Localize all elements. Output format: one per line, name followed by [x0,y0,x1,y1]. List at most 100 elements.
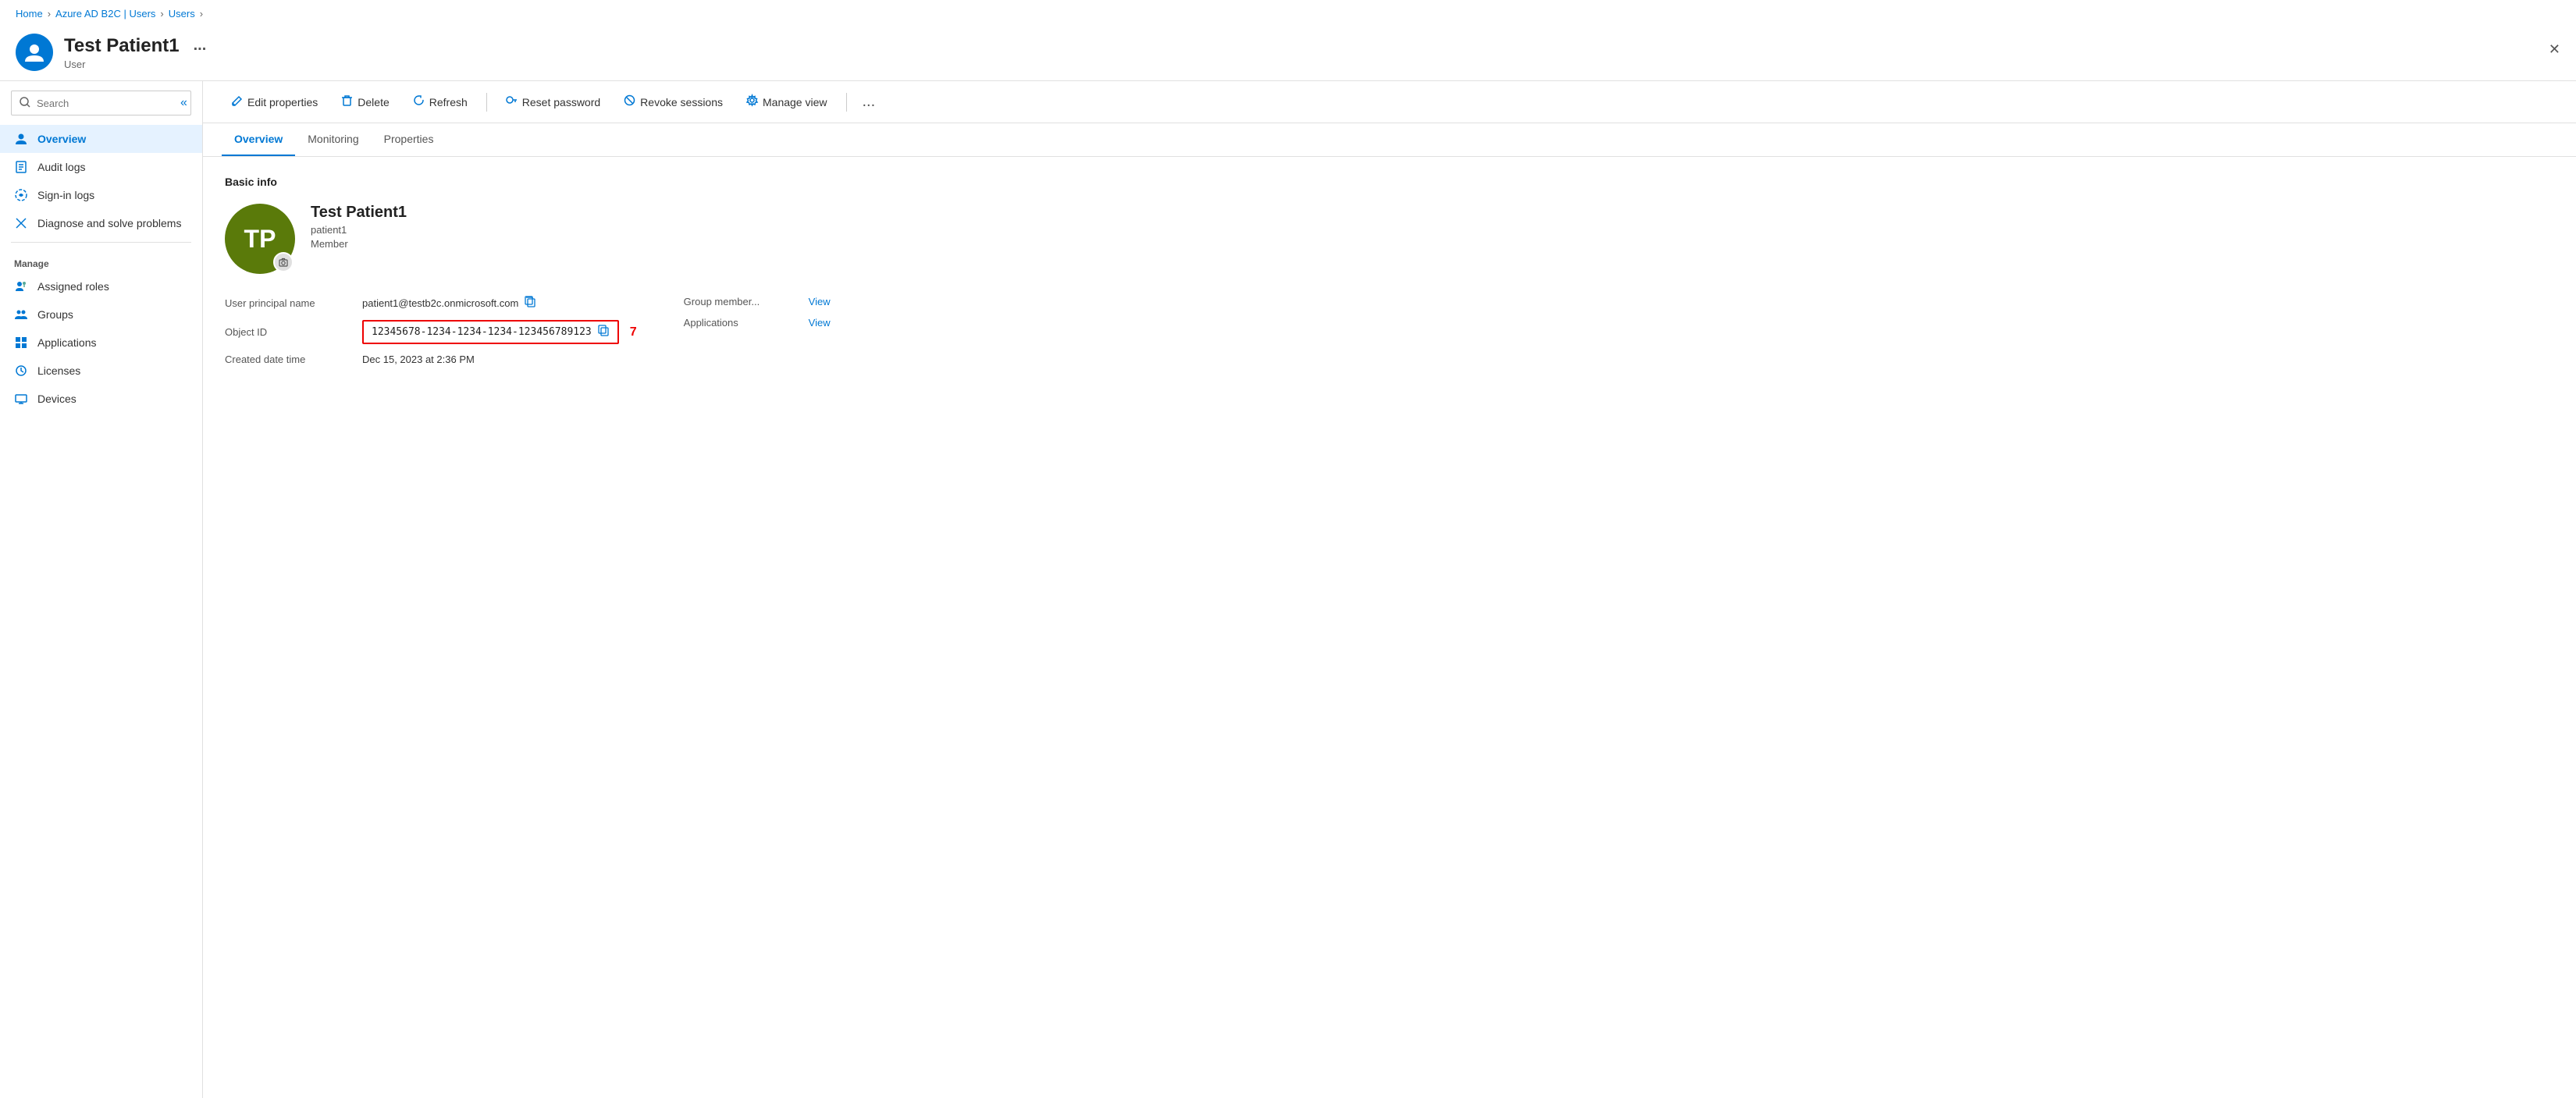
reset-password-label: Reset password [522,96,600,108]
manage-view-label: Manage view [763,96,827,108]
delete-label: Delete [358,96,389,108]
manage-view-button[interactable]: Manage view [737,89,837,115]
refresh-button[interactable]: Refresh [404,89,477,115]
groups-icon [14,307,28,322]
refresh-icon [413,94,425,109]
user-card: TP Test Patient1 patient1 Member [225,204,2554,274]
toolbar-more-button[interactable]: ... [856,90,882,114]
diagnose-icon [14,216,28,230]
info-row-created: Created date time Dec 15, 2023 at 2:36 P… [225,354,637,365]
key-icon [506,94,518,109]
info-right: Group member... View Applications View [684,296,831,365]
sidebar-item-audit-logs[interactable]: Audit logs [0,153,202,181]
info-left: User principal name patient1@testb2c.onm… [225,296,637,365]
user-info: Test Patient1 patient1 Member [311,204,407,250]
object-id-label: Object ID [225,326,350,338]
breadcrumb-users[interactable]: Users [169,8,195,20]
sidebar-item-assigned-roles[interactable]: Assigned roles [0,272,202,300]
sidebar-nav: Overview Audit logs [0,125,202,413]
sidebar-item-diagnose[interactable]: Diagnose and solve problems [0,209,202,237]
sidebar-item-overview[interactable]: Overview [0,125,202,153]
collapse-sidebar-button[interactable]: « [180,96,187,110]
sidebar-divider [11,242,191,243]
header-subtitle: User [64,59,206,70]
created-label: Created date time [225,354,350,365]
section-title: Basic info [225,176,2554,188]
sidebar-item-licenses-label: Licenses [37,364,80,377]
audit-icon [14,160,28,174]
object-id-badge: 7 [630,325,637,339]
search-box[interactable]: « [11,91,191,115]
tabs: Overview Monitoring Properties [203,123,2576,157]
toolbar: Edit properties Delete [203,81,2576,123]
info-grid: User principal name patient1@testb2c.onm… [225,296,2554,365]
user-avatar-large: TP [225,204,295,274]
tab-monitoring[interactable]: Monitoring [295,123,371,156]
created-text: Dec 15, 2023 at 2:36 PM [362,354,475,365]
ban-icon [624,94,635,109]
apps-icon [14,336,28,350]
edit-properties-label: Edit properties [247,96,318,108]
upn-value: patient1@testb2c.onmicrosoft.com [362,296,536,311]
sidebar-item-signin-logs-label: Sign-in logs [37,189,94,201]
object-id-text: 12345678-1234-1234-1234-123456789123 [372,326,592,338]
trash-icon [341,94,353,109]
sidebar-item-devices-label: Devices [37,393,76,405]
search-icon [20,97,30,110]
revoke-sessions-button[interactable]: Revoke sessions [614,89,732,115]
user-role-label: Member [311,238,407,250]
sidebar: « Overview [0,81,203,1098]
signin-icon [14,188,28,202]
header-title-block: Test Patient1 ... User [64,35,206,70]
header-more-button[interactable]: ... [194,37,207,55]
sidebar-item-applications[interactable]: Applications [0,329,202,357]
licenses-icon [14,364,28,378]
toolbar-divider-1 [486,93,487,112]
copy-upn-button[interactable] [525,296,536,311]
sidebar-item-audit-logs-label: Audit logs [37,161,85,173]
group-member-label: Group member... [684,296,793,307]
close-button[interactable]: ✕ [2549,41,2560,58]
breadcrumb-azure-ad[interactable]: Azure AD B2C | Users [55,8,155,20]
object-id-box: 12345678-1234-1234-1234-123456789123 [362,320,619,344]
sidebar-item-groups[interactable]: Groups [0,300,202,329]
header-avatar [16,34,53,71]
info-row-upn: User principal name patient1@testb2c.onm… [225,296,637,311]
breadcrumb-home[interactable]: Home [16,8,43,20]
page-header: Test Patient1 ... User ✕ [0,27,2576,81]
roles-icon [14,279,28,293]
applications-right-label: Applications [684,317,793,329]
reset-password-button[interactable]: Reset password [496,89,610,115]
right-info-row-apps: Applications View [684,317,831,329]
tab-properties[interactable]: Properties [372,123,447,156]
upn-text: patient1@testb2c.onmicrosoft.com [362,297,518,309]
toolbar-divider-2 [846,93,847,112]
breadcrumb: Home › Azure AD B2C | Users › Users › [0,0,2576,27]
user-icon [14,132,28,146]
right-info-row-group: Group member... View [684,296,831,307]
sidebar-item-overview-label: Overview [37,133,86,145]
sidebar-item-groups-label: Groups [37,308,73,321]
object-id-value: 12345678-1234-1234-1234-123456789123 7 [362,320,637,344]
edit-properties-button[interactable]: Edit properties [222,89,327,115]
applications-view-link[interactable]: View [809,317,831,329]
devices-icon [14,392,28,406]
group-member-view-link[interactable]: View [809,296,831,307]
revoke-sessions-label: Revoke sessions [640,96,723,108]
sidebar-item-devices[interactable]: Devices [0,385,202,413]
page-title: Test Patient1 [64,35,180,57]
tab-overview[interactable]: Overview [222,123,295,156]
delete-button[interactable]: Delete [332,89,398,115]
search-input[interactable] [37,98,174,109]
sidebar-item-signin-logs[interactable]: Sign-in logs [0,181,202,209]
copy-object-id-button[interactable] [598,325,610,339]
pencil-icon [231,94,243,109]
gear-icon [746,94,758,109]
overview-panel: Basic info TP Tes [203,157,2576,1098]
info-row-object-id: Object ID 12345678-1234-1234-1234-123456… [225,320,637,344]
upn-label: User principal name [225,297,350,309]
created-value: Dec 15, 2023 at 2:36 PM [362,354,475,365]
camera-button[interactable] [273,252,294,272]
sidebar-item-licenses[interactable]: Licenses [0,357,202,385]
avatar-initials: TP [244,225,276,254]
